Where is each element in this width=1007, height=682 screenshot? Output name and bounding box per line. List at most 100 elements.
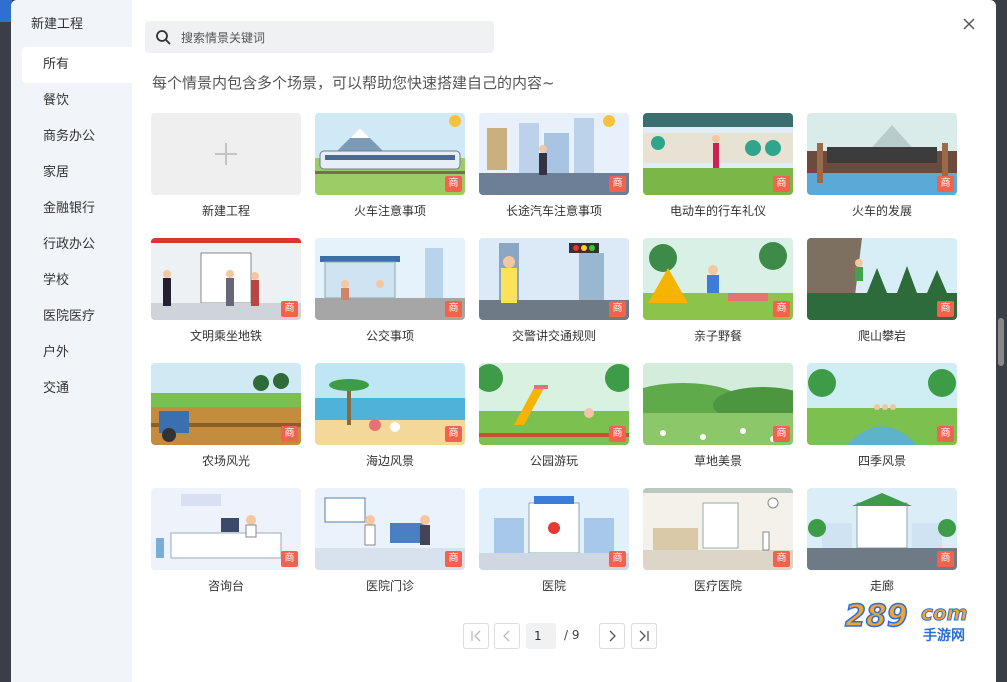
scene-card-bus-stop[interactable]: 商公交事项 [315,238,465,353]
new-project-card[interactable]: 新建工程 [151,113,301,228]
scene-card-meadow[interactable]: 商草地美景 [643,363,793,478]
scene-illustration [151,363,301,445]
first-page-button[interactable] [463,623,489,649]
scene-thumbnail: 商 [643,363,793,445]
sidebar-item[interactable]: 户外 [22,335,132,371]
scene-card-e-bike[interactable]: 商电动车的行车礼仪 [643,113,793,228]
scene-card-farm[interactable]: 商农场风光 [151,363,301,478]
card-label: 咨询台 [207,579,244,593]
scene-illustration [315,113,465,195]
card-label: 草地美景 [693,454,742,468]
scene-illustration [807,238,957,320]
dialog-title: 新建工程 [31,17,84,32]
category-list: 所有 餐饮 商务办公 家居 金融银行 行政办公 学校 医院医疗 户外 交通 [22,47,132,407]
scene-card-bus-station[interactable]: 商长途汽车注意事项 [479,113,629,228]
scene-thumbnail: 商 [151,363,301,445]
sidebar-item[interactable]: 餐饮 [22,83,132,119]
sidebar-item[interactable]: 金融银行 [22,191,132,227]
page-scrollbar[interactable] [998,318,1004,366]
scene-card-picnic[interactable]: 商亲子野餐 [643,238,793,353]
scene-illustration [479,238,629,320]
pagination: / 9 [463,623,703,649]
commercial-badge: 商 [281,551,298,567]
scene-illustration [315,363,465,445]
scene-card-subway[interactable]: 商文明乘坐地铁 [151,238,301,353]
plus-icon [215,143,237,165]
commercial-badge: 商 [937,551,954,567]
card-label: 四季风景 [857,454,906,468]
scene-illustration [807,113,957,195]
scene-card-train[interactable]: 商火车注意事项 [315,113,465,228]
scene-illustration [643,113,793,195]
card-label: 农场风光 [201,454,250,468]
scene-thumbnail: 商 [479,113,629,195]
card-label: 公交事项 [365,329,414,343]
scene-card-steam-train[interactable]: 商火车的发展 [807,113,957,228]
sidebar-item[interactable]: 学校 [22,263,132,299]
scene-illustration [151,238,301,320]
subtitle: 每个情景内包含多个场景，可以帮助您快速搭建自己的内容~ [152,74,555,92]
scene-thumbnail: 商 [479,238,629,320]
commercial-badge: 商 [609,426,626,442]
scene-thumbnail: 商 [807,363,957,445]
svg-text:com: com [921,601,967,625]
card-label: 新建工程 [201,204,250,218]
card-label: 医院 [541,579,566,593]
commercial-badge: 商 [445,301,462,317]
sidebar-item[interactable]: 家居 [22,155,132,191]
scene-card-corridor[interactable]: 商走廊 [807,488,957,603]
commercial-badge: 商 [773,301,790,317]
chevron-left-icon [503,630,510,642]
scene-illustration [479,488,629,570]
close-icon[interactable] [959,14,979,34]
scene-illustration [643,238,793,320]
scene-card-climbing[interactable]: 商爬山攀岩 [807,238,957,353]
scene-illustration [315,238,465,320]
scene-card-info-desk[interactable]: 商咨询台 [151,488,301,603]
sidebar-item[interactable]: 交通 [22,371,132,407]
scene-card-clinic[interactable]: 商医院门诊 [315,488,465,603]
scene-thumbnail: 商 [151,238,301,320]
scene-card-traffic-police[interactable]: 商交警讲交通规则 [479,238,629,353]
card-label: 走廊 [869,579,894,593]
scene-thumbnail: 商 [315,238,465,320]
card-label: 亲子野餐 [693,329,742,343]
search-icon [156,30,171,45]
scene-illustration [151,488,301,570]
scene-illustration [479,113,629,195]
commercial-badge: 商 [445,426,462,442]
sidebar-item[interactable]: 商务办公 [22,119,132,155]
last-page-button[interactable] [631,623,657,649]
scene-card-seasons[interactable]: 商四季风景 [807,363,957,478]
sidebar-item[interactable]: 医院医疗 [22,299,132,335]
scene-thumbnail: 商 [151,488,301,570]
page-number-input[interactable] [526,623,556,649]
scene-thumbnail: 商 [479,488,629,570]
last-page-icon [639,630,649,642]
sidebar-item[interactable]: 行政办公 [22,227,132,263]
next-page-button[interactable] [599,623,625,649]
new-project-dialog: 新建工程 所有餐饮商务办公家居金融银行行政办公学校医院医疗户外交通 每个情景内包… [11,0,996,682]
card-label: 文明乘坐地铁 [189,329,262,343]
commercial-badge: 商 [937,176,954,192]
scene-thumbnail: 商 [479,363,629,445]
scene-thumbnail: 商 [315,488,465,570]
scene-card-beach[interactable]: 商海边风景 [315,363,465,478]
prev-page-button[interactable] [494,623,520,649]
scene-card-park[interactable]: 商公园游玩 [479,363,629,478]
scene-illustration [807,363,957,445]
card-label: 医疗医院 [693,579,742,593]
commercial-badge: 商 [445,551,462,567]
scene-card-ward[interactable]: 商医疗医院 [643,488,793,603]
search-input[interactable] [179,21,483,55]
chevron-right-icon [609,630,616,642]
commercial-badge: 商 [609,301,626,317]
scene-card-hospital[interactable]: 商医院 [479,488,629,603]
commercial-badge: 商 [937,426,954,442]
search-box[interactable] [145,21,494,55]
card-label: 火车的发展 [851,204,912,218]
sidebar-item[interactable]: 所有 [22,47,132,83]
commercial-badge: 商 [281,426,298,442]
scene-thumbnail: 商 [643,488,793,570]
scene-thumbnail: 商 [315,363,465,445]
